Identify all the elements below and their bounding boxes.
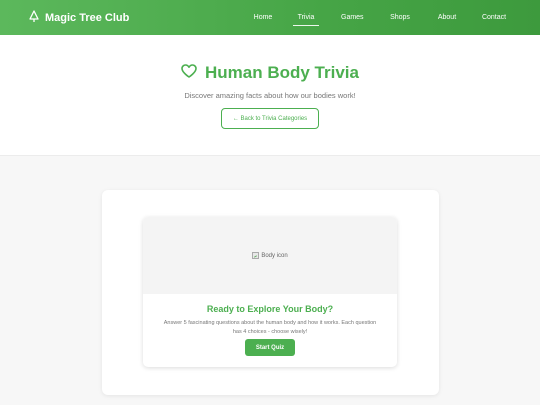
page-title-group: Human Body Trivia: [0, 63, 540, 83]
quiz-start-card: Body icon Ready to Explore Your Body? An…: [143, 217, 397, 367]
quiz-title: Ready to Explore Your Body?: [206, 304, 334, 314]
tree-icon: [28, 9, 40, 26]
nav-link-trivia[interactable]: Trivia: [293, 0, 319, 35]
body-image: Body icon: [252, 252, 288, 259]
quiz-image-area: Body icon: [143, 217, 397, 294]
page-header: Human Body Trivia Discover amazing facts…: [0, 35, 540, 156]
nav-link-home[interactable]: Home: [253, 0, 273, 35]
nav-link-contact[interactable]: Contact: [481, 0, 507, 35]
top-navbar: Magic Tree Club Home Trivia Games Shops …: [0, 0, 540, 35]
back-to-categories-button[interactable]: ← Back to Trivia Categories: [221, 108, 319, 129]
nav-link-games[interactable]: Games: [341, 0, 364, 35]
image-alt-text: Body icon: [261, 252, 288, 259]
quiz-description: Answer 5 fascinating questions about the…: [163, 320, 377, 335]
nav-link-about[interactable]: About: [436, 0, 458, 35]
brand-name: Magic Tree Club: [45, 11, 130, 24]
start-quiz-button[interactable]: Start Quiz: [245, 339, 295, 356]
heart-icon: [181, 63, 197, 83]
page-subtitle: Discover amazing facts about how our bod…: [184, 91, 356, 100]
page-title: Human Body Trivia: [205, 63, 359, 82]
broken-image-icon: [252, 252, 260, 259]
brand-logo[interactable]: Magic Tree Club: [28, 0, 129, 35]
nav-link-shops[interactable]: Shops: [389, 0, 411, 35]
